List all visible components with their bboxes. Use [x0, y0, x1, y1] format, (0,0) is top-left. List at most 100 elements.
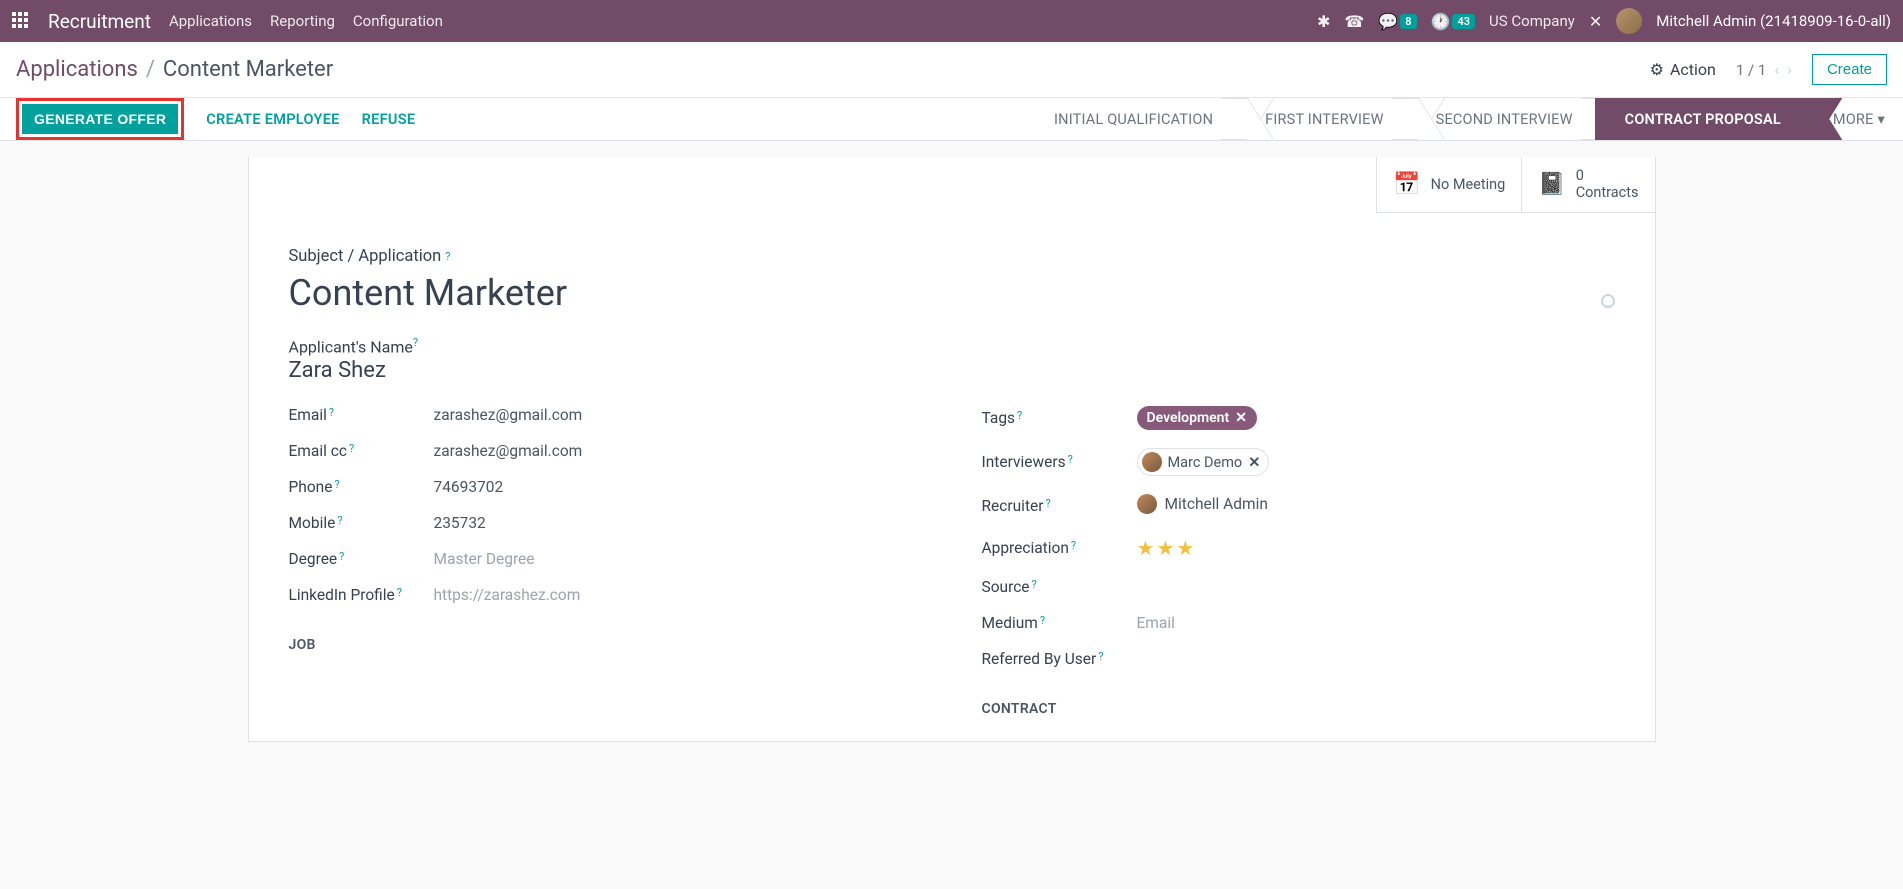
- generate-offer-button[interactable]: GENERATE OFFER: [22, 104, 178, 134]
- star-icon[interactable]: ★: [1137, 536, 1155, 560]
- pager: 1 / 1 ‹ ›: [1736, 60, 1792, 79]
- stage-initial-qualification[interactable]: INITIAL QUALIFICATION: [1024, 98, 1235, 140]
- avatar-icon: [1142, 452, 1162, 472]
- help-icon[interactable]: ?: [397, 586, 402, 599]
- pager-prev[interactable]: ‹: [1774, 60, 1779, 79]
- breadcrumb: Applications / Content Marketer: [16, 57, 333, 82]
- medium-value[interactable]: Email: [1137, 614, 1175, 632]
- refuse-button[interactable]: REFUSE: [362, 111, 416, 128]
- degree-label: Degree: [289, 550, 338, 568]
- apps-icon[interactable]: [12, 12, 30, 30]
- remove-tag-icon[interactable]: ✕: [1235, 410, 1247, 426]
- form-sheet: 📅 No Meeting 📓 0 Contracts Subject / App…: [248, 157, 1656, 742]
- meetings-stat-button[interactable]: 📅 No Meeting: [1377, 157, 1521, 212]
- help-icon[interactable]: ?: [329, 406, 334, 419]
- meeting-label: No Meeting: [1431, 176, 1506, 193]
- create-employee-button[interactable]: CREATE EMPLOYEE: [206, 111, 339, 128]
- linkedin-label: LinkedIn Profile: [289, 586, 395, 604]
- recruiter-label: Recruiter: [982, 497, 1044, 515]
- help-icon[interactable]: ?: [1068, 453, 1073, 466]
- help-icon[interactable]: ?: [334, 478, 339, 491]
- star-icon[interactable]: ★: [1156, 536, 1174, 560]
- help-icon[interactable]: ?: [413, 336, 418, 349]
- nav-applications[interactable]: Applications: [169, 12, 252, 30]
- action-dropdown[interactable]: ⚙ Action: [1650, 60, 1716, 79]
- left-column: Email? zarashez@gmail.com Email cc? zara…: [289, 397, 922, 717]
- contract-section-title: CONTRACT: [982, 701, 1615, 717]
- referred-label: Referred By User: [982, 650, 1097, 668]
- header-row: GENERATE OFFER CREATE EMPLOYEE REFUSE IN…: [0, 97, 1903, 141]
- calendar-icon: 📅: [1393, 172, 1420, 197]
- create-button[interactable]: Create: [1812, 54, 1887, 85]
- stat-buttons: 📅 No Meeting 📓 0 Contracts: [1376, 157, 1654, 213]
- tag-chip[interactable]: Development✕: [1137, 406, 1257, 430]
- phone-label: Phone: [289, 478, 333, 496]
- tags-label: Tags: [982, 409, 1016, 427]
- help-icon[interactable]: ?: [445, 250, 450, 263]
- kanban-state-toggle[interactable]: [1601, 294, 1615, 308]
- breadcrumb-parent[interactable]: Applications: [16, 57, 138, 82]
- linkedin-value[interactable]: https://zarashez.com: [434, 586, 581, 604]
- star-icon[interactable]: ★: [1176, 536, 1194, 560]
- help-icon[interactable]: ?: [1032, 578, 1037, 591]
- help-icon[interactable]: ?: [1017, 409, 1022, 422]
- control-panel: Applications / Content Marketer ⚙ Action…: [0, 42, 1903, 97]
- user-menu[interactable]: Mitchell Admin (21418909-16-0-all): [1656, 12, 1891, 30]
- avatar-icon: [1137, 494, 1157, 514]
- messages-badge: 8: [1400, 14, 1416, 29]
- subject-label: Subject / Application?: [289, 247, 1615, 266]
- action-label: Action: [1670, 60, 1716, 79]
- appreciation-label: Appreciation: [982, 539, 1069, 557]
- help-icon[interactable]: ?: [1046, 497, 1051, 510]
- highlight-generate-offer: GENERATE OFFER: [16, 98, 184, 140]
- breadcrumb-separator: /: [146, 57, 155, 82]
- mobile-label: Mobile: [289, 514, 336, 532]
- activities-icon[interactable]: 🕐43: [1431, 12, 1476, 31]
- company-selector[interactable]: US Company: [1489, 12, 1575, 30]
- pager-next[interactable]: ›: [1787, 60, 1792, 79]
- help-icon[interactable]: ?: [337, 514, 342, 527]
- applicant-name-label: Applicant's Name?: [289, 336, 1615, 356]
- email-value[interactable]: zarashez@gmail.com: [434, 406, 583, 424]
- tools-icon[interactable]: ✕: [1589, 12, 1602, 31]
- phone-value[interactable]: 74693702: [434, 478, 504, 496]
- interviewer-chip[interactable]: Marc Demo✕: [1137, 448, 1270, 476]
- support-icon[interactable]: ☎: [1344, 12, 1364, 31]
- help-icon[interactable]: ?: [349, 442, 354, 455]
- emailcc-value[interactable]: zarashez@gmail.com: [434, 442, 583, 460]
- interviewers-field[interactable]: Marc Demo✕: [1137, 448, 1270, 476]
- contracts-count: 0: [1576, 167, 1639, 184]
- remove-chip-icon[interactable]: ✕: [1248, 454, 1260, 471]
- breadcrumb-current: Content Marketer: [163, 57, 333, 82]
- help-icon[interactable]: ?: [339, 550, 344, 563]
- mobile-value[interactable]: 235732: [434, 514, 486, 532]
- top-navbar: Recruitment Applications Reporting Confi…: [0, 0, 1903, 42]
- tags-field[interactable]: Development✕: [1137, 406, 1257, 430]
- job-section-title: JOB: [289, 637, 922, 653]
- nav-reporting[interactable]: Reporting: [270, 12, 335, 30]
- messages-icon[interactable]: 💬8: [1378, 12, 1416, 31]
- gear-icon: ⚙: [1650, 60, 1664, 79]
- nav-configuration[interactable]: Configuration: [353, 12, 443, 30]
- brand-name[interactable]: Recruitment: [48, 10, 151, 33]
- help-icon[interactable]: ?: [1071, 539, 1076, 552]
- status-bar: INITIAL QUALIFICATION FIRST INTERVIEW SE…: [1024, 98, 1903, 140]
- recruiter-field[interactable]: Mitchell Admin: [1137, 494, 1268, 518]
- pager-text: 1 / 1: [1736, 61, 1767, 79]
- record-title[interactable]: Content Marketer: [289, 272, 568, 314]
- bug-icon[interactable]: ✱: [1317, 12, 1330, 31]
- contracts-label: Contracts: [1576, 184, 1639, 201]
- applicant-name-value[interactable]: Zara Shez: [289, 358, 1615, 383]
- degree-value[interactable]: Master Degree: [434, 550, 535, 568]
- book-icon: 📓: [1538, 172, 1565, 197]
- contracts-stat-button[interactable]: 📓 0 Contracts: [1521, 157, 1654, 212]
- source-label: Source: [982, 578, 1030, 596]
- help-icon[interactable]: ?: [1040, 614, 1045, 627]
- activities-badge: 43: [1452, 14, 1475, 29]
- stage-contract-proposal[interactable]: CONTRACT PROPOSAL: [1595, 98, 1803, 140]
- medium-label: Medium: [982, 614, 1038, 632]
- help-icon[interactable]: ?: [1098, 650, 1103, 663]
- appreciation-field[interactable]: ★★★: [1137, 536, 1195, 560]
- right-column: Tags? Development✕ Interviewers? Marc De…: [982, 397, 1615, 717]
- user-avatar[interactable]: [1616, 8, 1642, 34]
